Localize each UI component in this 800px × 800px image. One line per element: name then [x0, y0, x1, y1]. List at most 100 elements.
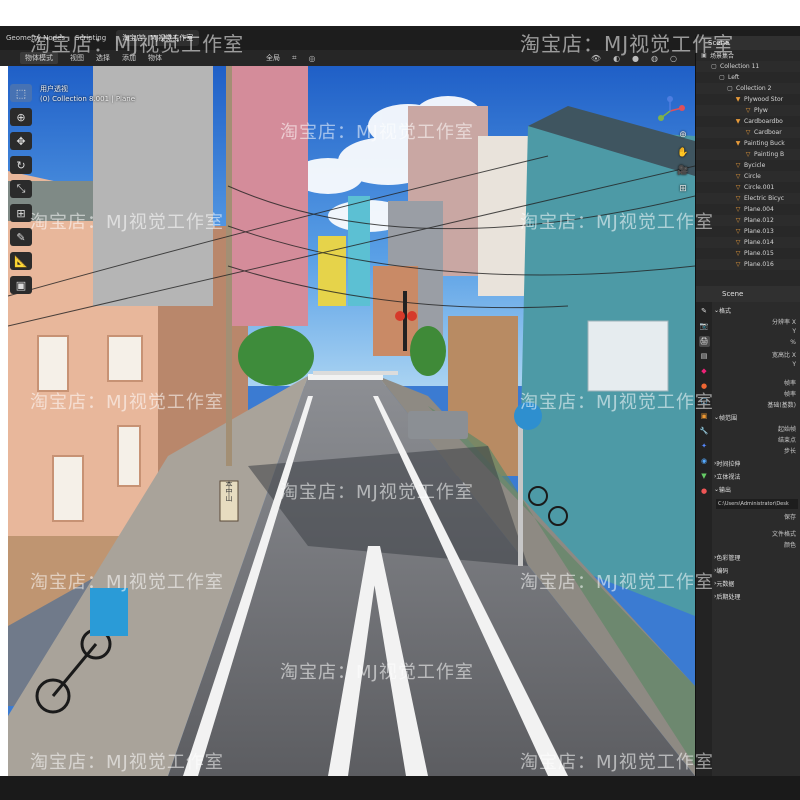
field-frame-start[interactable]: 起始帧: [714, 424, 800, 435]
object-icon: ▽: [735, 239, 741, 246]
section-stereo[interactable]: › 立体视法: [714, 470, 800, 483]
grid-icon[interactable]: ⊞: [676, 184, 690, 198]
move-tool-icon[interactable]: ✥: [10, 132, 32, 150]
mode-dropdown[interactable]: 物体模式: [20, 52, 58, 64]
menu-select[interactable]: 选择: [96, 53, 110, 63]
outliner-row[interactable]: ▢ Left: [696, 72, 800, 83]
outliner-row[interactable]: ▽ Plane.014: [696, 237, 800, 248]
modifier-tab-icon[interactable]: 🔧: [699, 426, 710, 437]
field-color[interactable]: 颜色: [714, 540, 800, 551]
section-output[interactable]: ⌄ 输出: [714, 483, 800, 496]
field-aspect-y[interactable]: Y: [714, 361, 800, 372]
collection-tab-icon[interactable]: ▢: [699, 396, 710, 407]
field-base[interactable]: 基础(基数): [714, 400, 800, 411]
shading-rendered-icon[interactable]: ○: [670, 54, 677, 63]
menu-add[interactable]: 添加: [122, 53, 136, 63]
world-tab-icon[interactable]: ●: [699, 381, 710, 392]
outliner-row[interactable]: ▣ 场景集合: [696, 50, 800, 61]
scene-tab-icon[interactable]: ◆: [699, 366, 710, 377]
object-icon: ▼: [735, 96, 741, 103]
outliner-row[interactable]: ▼ Plywood Stor: [696, 94, 800, 105]
outliner-row[interactable]: ▽ Circle: [696, 171, 800, 182]
field-frame-rate[interactable]: 帧率: [714, 378, 800, 389]
outliner-row[interactable]: ▽ Circle.001: [696, 182, 800, 193]
zoom-icon[interactable]: ⊕: [676, 130, 690, 144]
field-frame-step[interactable]: 步长: [714, 446, 800, 457]
navigation-gizmo[interactable]: [655, 96, 685, 126]
tab-scripting[interactable]: Scripting: [75, 34, 106, 42]
outliner-row[interactable]: ▽ Bycicle: [696, 160, 800, 171]
properties-content: ⌄ 格式 分辨率 X Y % 宽高比 X Y 帧率 帧率 基础(基数) ⌄ 帧范…: [714, 304, 800, 603]
outliner-row[interactable]: ▼ Cardboardbo: [696, 116, 800, 127]
menu-view[interactable]: 视图: [70, 53, 84, 63]
cursor-tool-icon[interactable]: ⊕: [10, 108, 32, 126]
outliner-row[interactable]: ▽ Cardboar: [696, 127, 800, 138]
field-aspect-x[interactable]: 宽高比 X: [714, 350, 800, 361]
field-frame-end[interactable]: 结束点: [714, 435, 800, 446]
menu-object[interactable]: 物体: [148, 53, 162, 63]
material-tab-icon[interactable]: ●: [699, 486, 710, 497]
outliner-row[interactable]: ▽ Electric Bicyc: [696, 193, 800, 204]
viewport-header: 物体模式 视图 选择 添加 物体 全局 ⌗ ◎ 👁 ◐ ● ◍ ○: [0, 50, 695, 66]
proportional-edit-icon[interactable]: ◎: [309, 54, 316, 63]
outliner-label: Plane.013: [744, 228, 774, 235]
parking-sign: [514, 402, 542, 430]
visibility-icon[interactable]: 👁: [591, 54, 601, 63]
outliner-label: Plane.016: [744, 261, 774, 268]
add-cube-tool-icon[interactable]: ▣: [10, 276, 32, 294]
transform-orientation-dropdown[interactable]: 全局: [266, 53, 280, 63]
tree: [410, 326, 446, 376]
outliner-row[interactable]: ▢ Collection 2: [696, 83, 800, 94]
object-tab-icon[interactable]: ▣: [699, 411, 710, 422]
tab-geometry-nodes[interactable]: Geometry Nodes: [6, 34, 65, 42]
physics-tab-icon[interactable]: ◉: [699, 456, 710, 467]
distant-building: [348, 196, 370, 306]
tab-active-workspace[interactable]: 淘宝店：MJ视觉工作室: [116, 30, 200, 46]
transform-tool-icon[interactable]: ⊞: [10, 204, 32, 222]
section-time-stretch[interactable]: › 时间拉伸: [714, 457, 800, 470]
rotate-tool-icon[interactable]: ↻: [10, 156, 32, 174]
outliner-row[interactable]: ▢ Collection 11: [696, 61, 800, 72]
scale-tool-icon[interactable]: ⤡: [10, 180, 32, 198]
outliner-row[interactable]: ▽ Plane.004: [696, 204, 800, 215]
field-frame-rate-2[interactable]: 帧率: [714, 389, 800, 400]
field-file-format[interactable]: 文件格式: [714, 529, 800, 540]
scene-collection-icon: ▣: [701, 52, 707, 59]
shading-material-icon[interactable]: ◍: [651, 54, 658, 63]
shading-solid-icon[interactable]: ●: [632, 54, 639, 63]
crossing-light: [395, 311, 405, 321]
particles-tab-icon[interactable]: ✦: [699, 441, 710, 452]
annotate-tool-icon[interactable]: ✎: [10, 228, 32, 246]
section-post-processing[interactable]: › 后期处理: [714, 590, 800, 603]
select-box-tool-icon[interactable]: ⬚: [10, 84, 32, 102]
outliner-row[interactable]: ▽ Plane.016: [696, 259, 800, 270]
outliner-row[interactable]: ▽ Plyw: [696, 105, 800, 116]
view-layer-tab-icon[interactable]: ▤: [699, 351, 710, 362]
output-tab-icon[interactable]: 🖨: [698, 336, 710, 347]
render-tab-icon[interactable]: 📷: [699, 321, 710, 332]
measure-tool-icon[interactable]: 📐: [10, 252, 32, 270]
tool-tab-icon[interactable]: ✎: [699, 306, 710, 317]
3d-viewport[interactable]: 本中山: [8, 66, 695, 776]
outliner-row[interactable]: ▼ Painting Buck: [696, 138, 800, 149]
output-path-field[interactable]: C:\Users\Administrator\Desk: [716, 499, 798, 509]
outliner-row[interactable]: ▽ Painting B: [696, 149, 800, 160]
section-frame-range[interactable]: ⌄ 帧范围: [714, 411, 800, 424]
section-encoding[interactable]: › 编码: [714, 564, 800, 577]
constraint-tab-icon[interactable]: ▼: [699, 471, 710, 482]
overlay-icon[interactable]: ◐: [613, 54, 620, 63]
camera-icon[interactable]: 🎥: [676, 166, 690, 180]
outliner-row[interactable]: ▽ Plane.015: [696, 248, 800, 259]
field-resolution-x[interactable]: 分辨率 X: [714, 317, 800, 328]
section-metadata[interactable]: › 元数据: [714, 577, 800, 590]
pan-hand-icon[interactable]: ✋: [676, 148, 690, 162]
field-resolution-y[interactable]: Y: [714, 328, 800, 339]
snap-icon[interactable]: ⌗: [292, 53, 297, 63]
field-save[interactable]: 保存: [714, 512, 800, 523]
field-resolution-percent[interactable]: %: [714, 339, 800, 350]
section-format[interactable]: ⌄ 格式: [714, 304, 800, 317]
outliner-row[interactable]: ▽ Plane.013: [696, 226, 800, 237]
outliner-row[interactable]: ▽ Plane.012: [696, 215, 800, 226]
section-color-management[interactable]: › 色彩管理: [714, 551, 800, 564]
crosswalk: [313, 371, 398, 375]
